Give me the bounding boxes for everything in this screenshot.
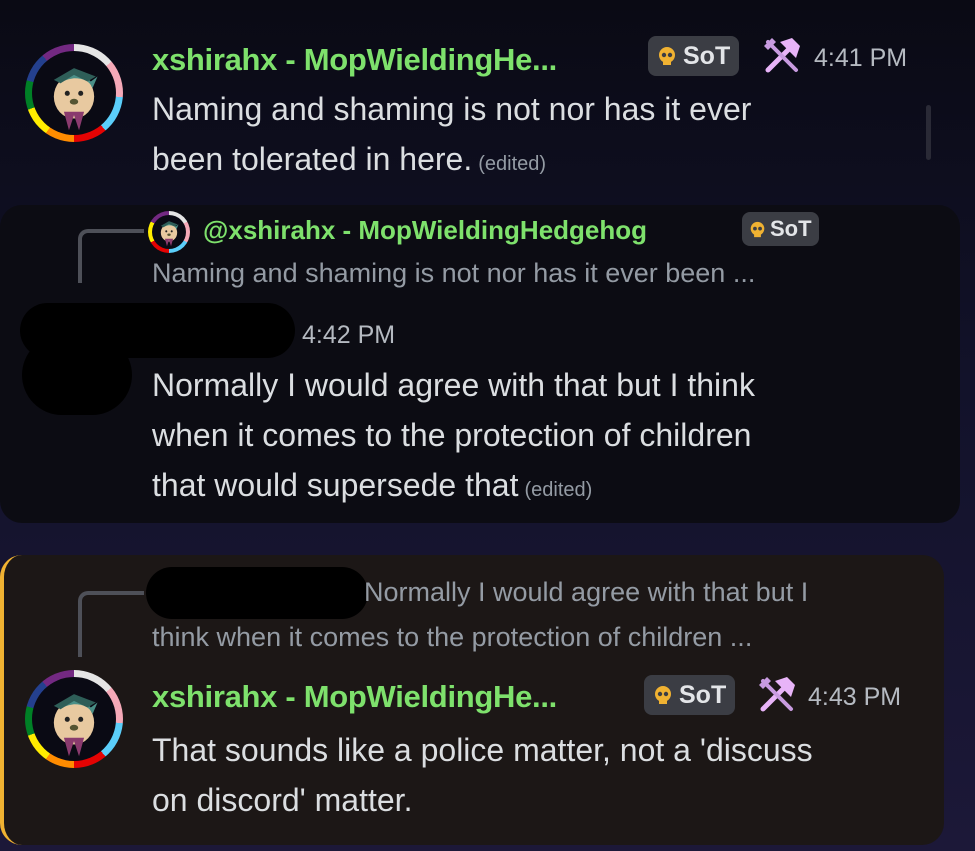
user-avatar[interactable] (25, 670, 123, 768)
skull-icon (655, 686, 671, 704)
redacted-reply-author (146, 567, 368, 619)
timestamp: 4:41 PM (814, 44, 908, 72)
message-text: Normally I would agree with that but I t… (152, 360, 755, 515)
message-line: when it comes to the protection of child… (152, 417, 752, 453)
badge-label: SoT (679, 680, 727, 709)
scrollbar[interactable] (926, 105, 931, 160)
reply-avatar[interactable] (148, 211, 190, 253)
author-name[interactable]: xshirahx - MopWieldingHe... (152, 42, 557, 78)
message-3[interactable]: Normally I would agree with that but I t… (0, 555, 944, 845)
message-line: Naming and shaming is not nor has it eve… (152, 91, 752, 127)
user-avatar[interactable] (25, 44, 123, 142)
badge-label: SoT (683, 41, 731, 70)
skull-icon (659, 47, 675, 65)
reply-author[interactable]: @xshirahx - MopWieldingHedgehog (203, 215, 647, 246)
message-text: That sounds like a police matter, not a … (152, 725, 813, 825)
hammer-icon (762, 36, 802, 76)
message-line: that would supersede that (152, 467, 519, 503)
edited-label: (edited) (524, 479, 593, 501)
reply-sot-badge[interactable]: SoT (742, 212, 819, 246)
message-line: been tolerated in here. (152, 141, 473, 177)
hammer-icon (757, 675, 797, 715)
message-text: Naming and shaming is not nor has it eve… (152, 84, 751, 189)
message-line: That sounds like a police matter, not a … (152, 732, 813, 768)
timestamp: 4:43 PM (808, 683, 902, 711)
message-1[interactable]: xshirahx - MopWieldingHe... SoT 4:41 PM … (0, 20, 975, 195)
timestamp: 4:42 PM (302, 321, 396, 349)
sot-badge[interactable]: SoT (648, 36, 740, 76)
skull-icon (750, 221, 765, 237)
message-2[interactable]: @xshirahx - MopWieldingHedgehog SoT Nami… (0, 205, 960, 523)
reply-preview[interactable]: Naming and shaming is not nor has it eve… (152, 251, 755, 295)
author-name[interactable]: xshirahx - MopWieldingHe... (152, 679, 557, 715)
sot-badge[interactable]: SoT (644, 675, 736, 715)
reply-preview-line[interactable]: think when it comes to the protection of… (152, 615, 752, 659)
badge-label: SoT (770, 216, 812, 241)
reply-connector (78, 229, 144, 283)
redacted-avatar (22, 335, 132, 415)
message-line: Normally I would agree with that but I t… (152, 367, 755, 403)
reply-connector (78, 591, 144, 657)
edited-label: (edited) (478, 153, 547, 175)
message-line: on discord' matter. (152, 782, 413, 818)
reply-preview-line[interactable]: Normally I would agree with that but I (364, 570, 808, 614)
